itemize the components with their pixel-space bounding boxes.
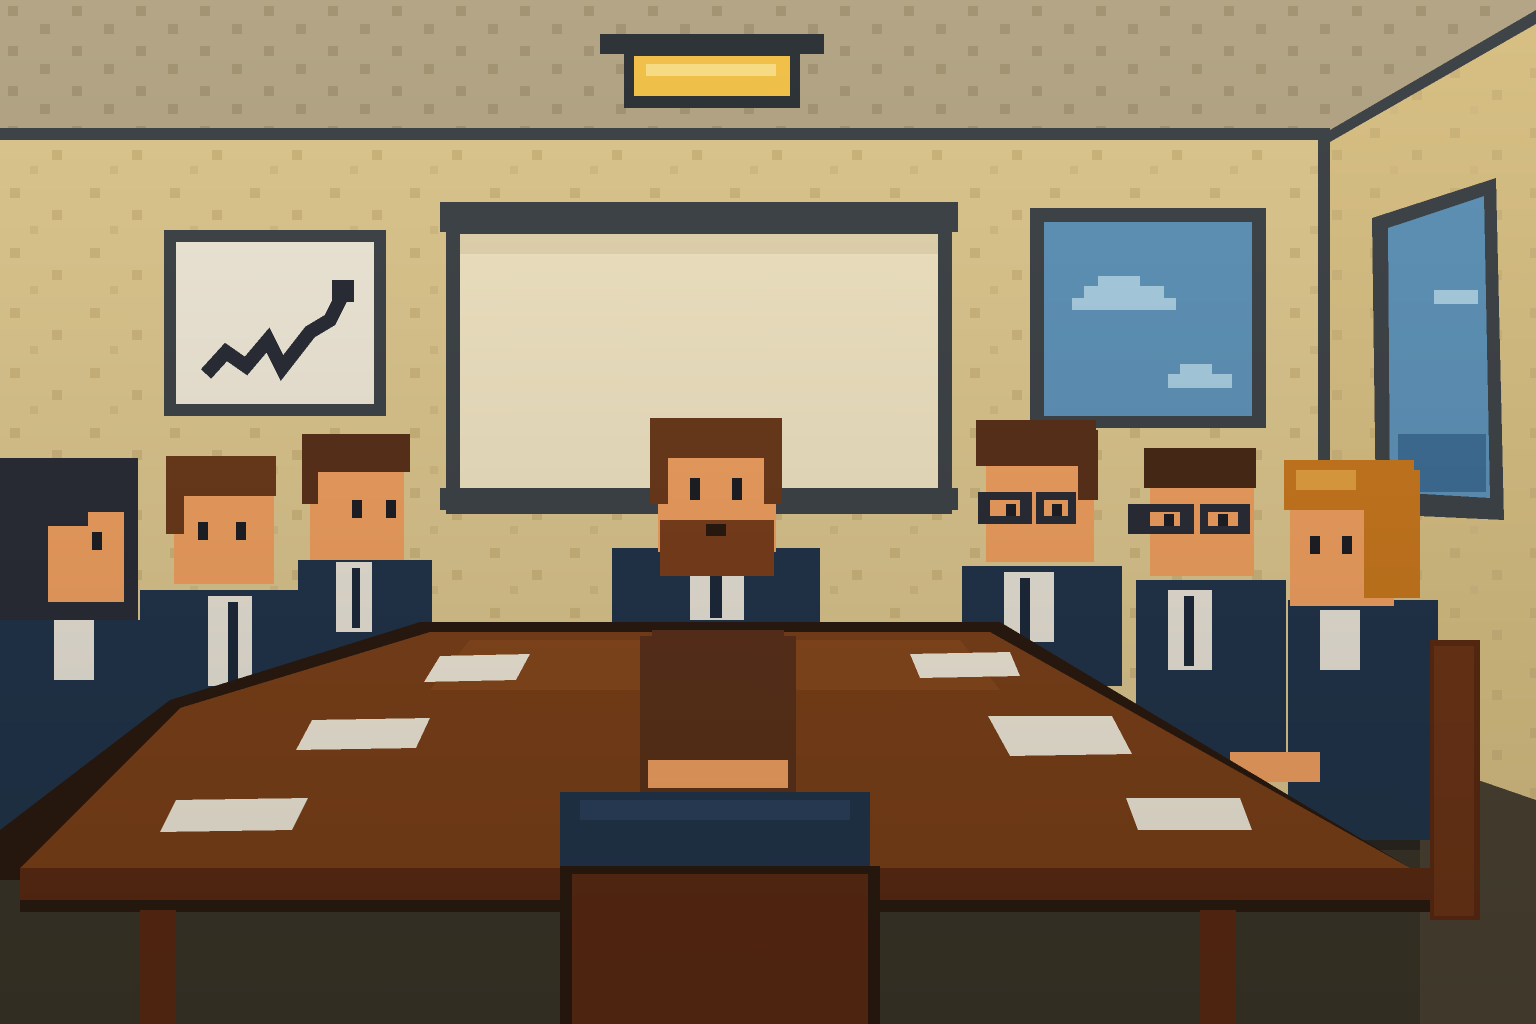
vignette	[0, 0, 1536, 1024]
boardroom-illustration	[0, 0, 1536, 1024]
boardroom-scene	[0, 0, 1536, 1024]
